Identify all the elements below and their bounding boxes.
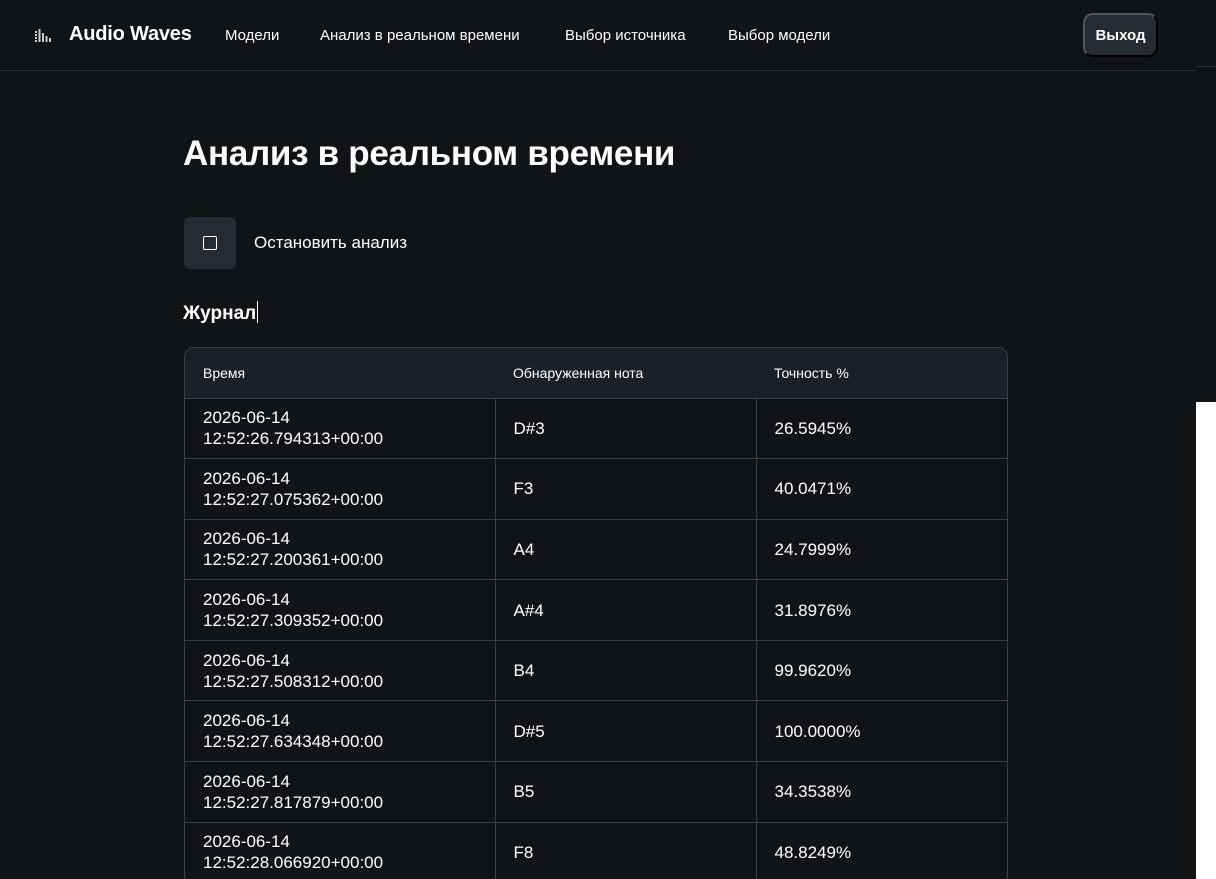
cell-note: F3	[495, 458, 757, 520]
nav-link-models[interactable]: Модели	[225, 27, 279, 44]
page-title: Анализ в реальном времени	[183, 134, 676, 173]
cell-time: 2026-06-14 12:52:27.817879+00:00	[185, 761, 496, 823]
cell-note: A#4	[495, 579, 757, 641]
cell-clock: 12:52:27.508312+00:00	[203, 671, 384, 691]
top-navbar: Audio Waves Модели Анализ в реальном вре…	[0, 0, 1196, 71]
stop-analysis-label[interactable]: Остановить анализ	[254, 233, 407, 253]
cell-accuracy: 100.0000%	[756, 700, 1007, 763]
cell-clock: 12:52:27.817879+00:00	[203, 792, 384, 812]
table-row: 2026-06-14 12:52:27.075362+00:00 F3 40.04…	[185, 458, 1007, 520]
cell-note: D#3	[495, 398, 757, 460]
table-header-row: Время Обнаруженная нота Точность %	[185, 348, 1007, 399]
nav-link-source-select[interactable]: Выбор источника	[565, 27, 686, 44]
journal-title: Журнал	[183, 301, 259, 325]
table-row: 2026-06-14 12:52:26.794313+00:00 D#3 26.5…	[185, 398, 1007, 460]
right-edge-strip	[1196, 0, 1216, 402]
cell-accuracy: 26.5945%	[756, 398, 1007, 460]
nav-link-realtime-analysis[interactable]: Анализ в реальном времени	[320, 27, 520, 44]
cell-accuracy: 48.8249%	[756, 822, 1007, 879]
app-root: Audio Waves Модели Анализ в реальном вре…	[0, 0, 1196, 879]
log-table: Время Обнаруженная нота Точность % 2026-…	[185, 348, 1007, 879]
cell-date: 2026-06-14	[203, 590, 290, 610]
cell-accuracy: 24.7999%	[756, 519, 1007, 581]
cell-clock: 12:52:27.309352+00:00	[203, 611, 384, 631]
cell-time: 2026-06-14 12:52:27.508312+00:00	[185, 640, 496, 702]
cell-accuracy: 31.8976%	[756, 579, 1007, 641]
table-row: 2026-06-14 12:52:27.634348+00:00 D#5 100.…	[185, 700, 1007, 763]
equalizer-icon	[35, 29, 51, 42]
cell-time: 2026-06-14 12:52:27.309352+00:00	[185, 579, 496, 641]
cell-note: D#5	[495, 700, 757, 763]
cell-time: 2026-06-14 12:52:26.794313+00:00	[185, 398, 496, 460]
cell-clock: 12:52:26.794313+00:00	[203, 429, 384, 449]
cell-date: 2026-06-14	[203, 832, 290, 852]
logout-button[interactable]: Выход	[1083, 13, 1158, 57]
cell-date: 2026-06-14	[203, 529, 290, 549]
header-accuracy: Точность %	[756, 348, 1007, 399]
cell-accuracy: 34.3538%	[756, 761, 1007, 823]
cell-time: 2026-06-14 12:52:27.200361+00:00	[185, 519, 496, 581]
nav-link-model-select[interactable]: Выбор модели	[728, 27, 830, 44]
cell-date: 2026-06-14	[203, 711, 290, 731]
cell-date: 2026-06-14	[203, 408, 290, 428]
cell-date: 2026-06-14	[203, 771, 290, 791]
cell-time: 2026-06-14 12:52:28.066920+00:00	[185, 822, 496, 879]
cell-note: B5	[495, 761, 757, 823]
table-row: 2026-06-14 12:52:28.066920+00:00 F8 48.82…	[185, 822, 1007, 879]
table-row: 2026-06-14 12:52:27.200361+00:00 A4 24.79…	[185, 519, 1007, 581]
cell-time: 2026-06-14 12:52:27.634348+00:00	[185, 700, 496, 763]
cell-date: 2026-06-14	[203, 468, 290, 488]
brand-name[interactable]: Audio Waves	[69, 23, 192, 46]
cell-clock: 12:52:27.200361+00:00	[203, 550, 384, 570]
header-note: Обнаруженная нота	[495, 348, 756, 399]
header-time: Время	[185, 348, 495, 399]
cell-date: 2026-06-14	[203, 650, 290, 670]
stop-icon	[203, 236, 217, 250]
cell-note: F8	[495, 822, 757, 879]
cell-clock: 12:52:27.634348+00:00	[203, 732, 384, 752]
cell-time: 2026-06-14 12:52:27.075362+00:00	[185, 458, 496, 520]
table-row: 2026-06-14 12:52:27.817879+00:00 B5 34.35…	[185, 761, 1007, 823]
cell-clock: 12:52:27.075362+00:00	[203, 489, 384, 509]
text-caret	[257, 301, 259, 323]
table-row: 2026-06-14 12:52:27.508312+00:00 B4 99.96…	[185, 640, 1007, 702]
cell-accuracy: 40.0471%	[756, 458, 1007, 520]
table-row: 2026-06-14 12:52:27.309352+00:00 A#4 31.8…	[185, 579, 1007, 641]
cell-note: A4	[495, 519, 757, 581]
stop-analysis-button[interactable]	[184, 217, 236, 269]
cell-accuracy: 99.9620%	[756, 640, 1007, 702]
cell-note: B4	[495, 640, 757, 702]
journal-title-text: Журнал	[183, 303, 257, 324]
cell-clock: 12:52:28.066920+00:00	[203, 853, 384, 873]
log-table-container: Время Обнаруженная нота Точность % 2026-…	[184, 347, 1008, 879]
